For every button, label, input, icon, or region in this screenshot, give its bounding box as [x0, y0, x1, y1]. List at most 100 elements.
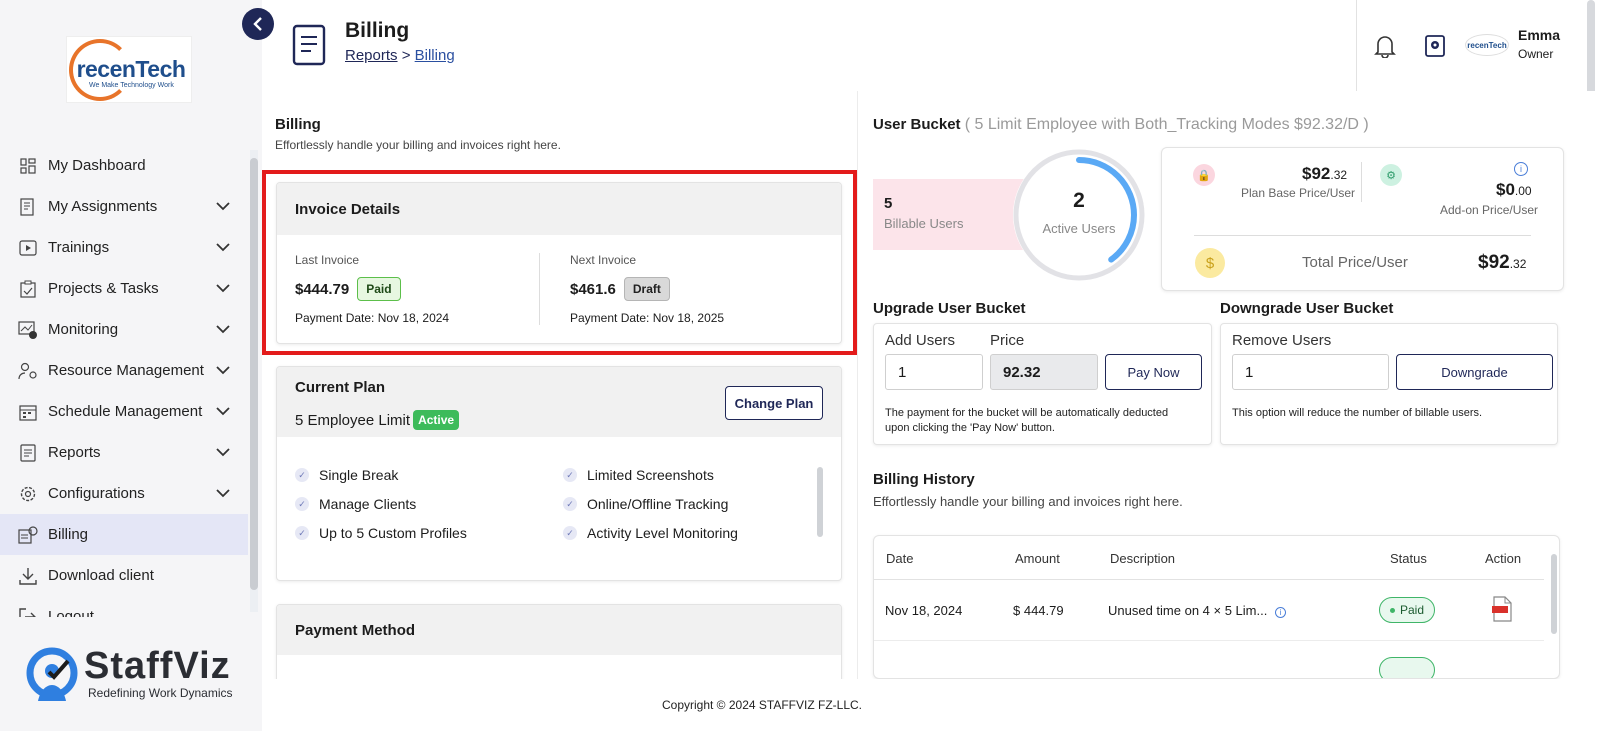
sidebar-item-billing[interactable]: Billing	[0, 514, 248, 555]
top-header: Billing Reports > Billing recenTech Emma…	[262, 0, 1600, 91]
staffviz-mark-icon	[26, 647, 78, 701]
status-badge: Active	[413, 410, 460, 430]
plan-name: 5 Employee Limit	[295, 411, 411, 429]
sidebar-item-trainings[interactable]: Trainings	[0, 227, 248, 268]
sidebar-item-my-dashboard[interactable]: My Dashboard	[0, 145, 248, 186]
check-icon: ✓	[295, 526, 309, 540]
plan-base-price-label: Plan Base Price/User	[1241, 186, 1356, 200]
sidebar-scrollbar-thumb[interactable]	[250, 158, 258, 590]
plan-base-price: $92.32	[1302, 164, 1347, 184]
next-invoice-amount-row: $461.6 Draft	[570, 277, 724, 301]
list-item: ✓ Activity Level Monitoring	[563, 525, 738, 541]
chevron-down-icon	[216, 444, 230, 461]
breadcrumb-billing[interactable]: Billing	[415, 47, 455, 64]
downgrade-note: This option will reduce the number of bi…	[1232, 407, 1483, 419]
sidebar-item-label: Logout	[48, 608, 94, 617]
info-icon[interactable]: i	[1274, 607, 1286, 618]
sidebar-item-logout[interactable]: Logout	[0, 596, 248, 617]
check-icon: ✓	[295, 497, 309, 511]
user-role: Owner	[1518, 47, 1554, 61]
sidebar-item-monitoring[interactable]: Monitoring	[0, 309, 248, 350]
sidebar-item-my-assignments[interactable]: My Assignments	[0, 186, 248, 227]
clipboard-icon	[18, 279, 38, 299]
list-item: ✓ Manage Clients	[295, 496, 416, 512]
brand-name: StaffViz	[84, 645, 231, 687]
column-header-amount: Amount	[1015, 551, 1060, 566]
chevron-down-icon	[216, 321, 230, 338]
user-bucket-detail: ( 5 Limit Employee with Both_Tracking Mo…	[964, 116, 1369, 133]
pay-now-button[interactable]: Pay Now	[1105, 354, 1202, 390]
sidebar-item-reports[interactable]: Reports	[0, 432, 248, 473]
feature-label: Online/Offline Tracking	[587, 496, 729, 512]
row-amount: $ 444.79	[1013, 603, 1064, 618]
monitor-icon	[18, 320, 38, 340]
settings-badge-icon[interactable]	[1424, 34, 1446, 58]
addon-price: $0.00	[1496, 180, 1532, 200]
chevron-down-icon	[216, 362, 230, 379]
sidebar-collapse-button[interactable]	[242, 8, 274, 40]
report-icon	[18, 443, 38, 463]
gear-icon	[18, 484, 38, 504]
row-description: Unused time on 4 × 5 Lim... i	[1108, 603, 1286, 618]
info-icon[interactable]: i	[1514, 162, 1528, 176]
feature-label: Up to 5 Custom Profiles	[319, 525, 467, 541]
price-divider-vertical	[1361, 162, 1362, 202]
sidebar-item-resource-management[interactable]: Resource Management	[0, 350, 248, 391]
billing-history-scrollbar[interactable]	[1551, 554, 1557, 634]
billing-history-table: Date Amount Description Status Action No…	[873, 535, 1560, 679]
chevron-down-icon	[216, 239, 230, 256]
downgrade-bucket-card: Remove Users 1 Downgrade This option wil…	[1220, 323, 1558, 445]
check-icon: ✓	[563, 526, 577, 540]
lock-icon: 🔒	[1193, 164, 1215, 186]
feature-label: Single Break	[319, 467, 399, 483]
avatar[interactable]: recenTech	[1465, 34, 1509, 56]
sidebar-item-download-client[interactable]: Download client	[0, 555, 248, 596]
feature-label: Manage Clients	[319, 496, 417, 512]
last-invoice-label: Last Invoice	[295, 253, 360, 267]
add-users-input[interactable]: 1	[885, 354, 983, 390]
bell-icon[interactable]	[1374, 34, 1396, 58]
sidebar-item-label: Configurations	[48, 485, 145, 502]
download-icon	[18, 566, 38, 586]
header-divider	[1356, 0, 1357, 91]
sidebar-item-projects-tasks[interactable]: Projects & Tasks	[0, 268, 248, 309]
active-users-count: 2	[1073, 189, 1085, 212]
next-invoice-amount: $461.6	[570, 280, 616, 298]
calendar-icon	[18, 402, 38, 422]
plan-features-scrollbar[interactable]	[817, 467, 823, 537]
sidebar-item-schedule-management[interactable]: Schedule Management	[0, 391, 248, 432]
price-field: 92.32	[990, 354, 1098, 390]
column-header-action: Action	[1485, 551, 1522, 566]
billable-users-count: 5	[884, 195, 893, 212]
footer: Copyright © 2024 STAFFVIZ FZ-LLC.	[262, 679, 1600, 731]
breadcrumb-separator: >	[401, 47, 411, 64]
remove-users-input[interactable]: 1	[1232, 354, 1389, 390]
user-bucket-title: User Bucket	[873, 116, 961, 133]
last-invoice-amount: $444.79	[295, 280, 350, 298]
status-badge-label: Paid	[1399, 603, 1425, 617]
status-badge: Draft	[623, 277, 670, 301]
downgrade-button[interactable]: Downgrade	[1396, 354, 1553, 390]
billable-users-label: Billable Users	[884, 216, 964, 231]
current-plan-title: Current Plan	[295, 379, 386, 396]
pdf-download-icon[interactable]	[1491, 596, 1513, 622]
check-icon: ✓	[563, 468, 577, 482]
table-header-divider	[874, 579, 1544, 580]
sidebar-item-configurations[interactable]: Configurations	[0, 473, 248, 514]
last-invoice-amount-row: $444.79 Paid	[295, 277, 449, 301]
sidebar-nav: My Dashboard My Assignments Trainings Pr…	[0, 145, 248, 617]
chevron-down-icon	[216, 403, 230, 420]
downgrade-bucket-title: Downgrade User Bucket	[1220, 300, 1394, 317]
breadcrumb-reports[interactable]: Reports	[345, 47, 398, 64]
chevron-down-icon	[216, 280, 230, 297]
copyright: Copyright © 2024 STAFFVIZ FZ-LLC.	[661, 698, 862, 712]
next-invoice-label: Next Invoice	[570, 253, 637, 267]
plan-base-price-main: $92	[1302, 164, 1331, 183]
change-plan-button[interactable]: Change Plan	[725, 386, 823, 420]
add-users-label: Add Users	[885, 332, 956, 349]
total-price-main: $92	[1478, 252, 1510, 273]
logo-name: recenTech	[76, 56, 186, 82]
chevron-left-icon	[253, 17, 262, 31]
staffviz-logo: StaffViz Redefining Work Dynamics	[24, 645, 254, 705]
upgrade-note: The payment for the bucket will be autom…	[885, 407, 1169, 434]
